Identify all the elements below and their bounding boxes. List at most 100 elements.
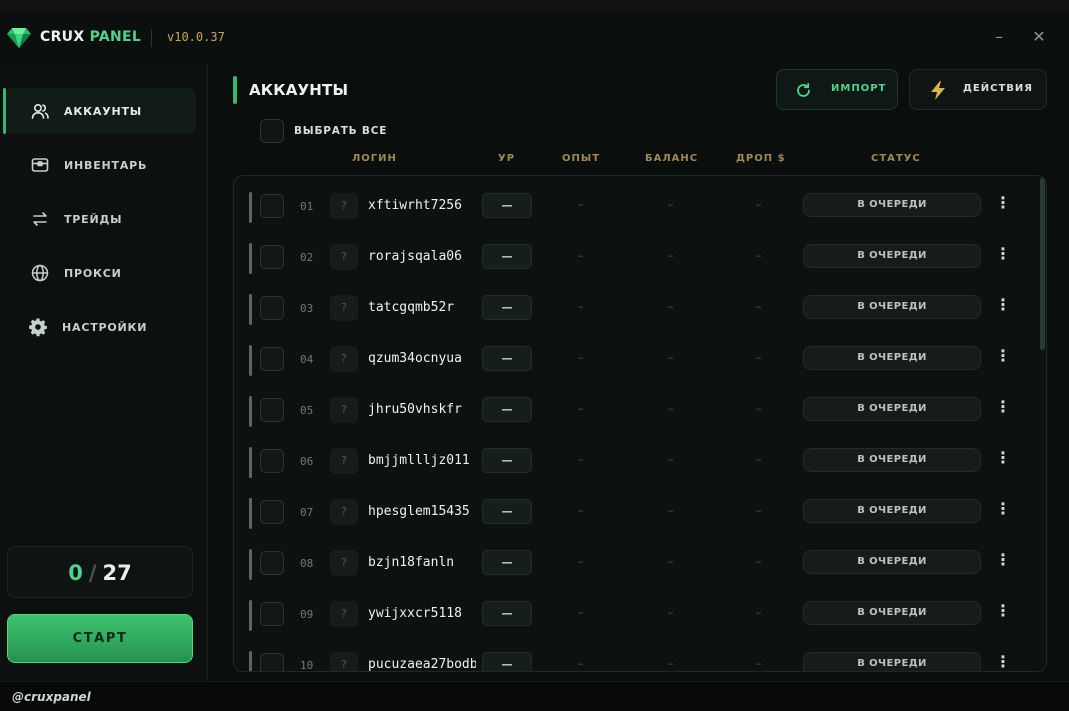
sidebar-item-label: НАСТРОЙКИ [62,320,148,334]
more-options-icon[interactable]: ⋮ [994,447,1012,469]
row-drop: – [756,300,762,313]
row-checkbox[interactable] [260,347,284,371]
lightning-icon [931,81,945,100]
avatar: ? [330,601,358,627]
sidebar-item-trades[interactable]: ТРЕЙДЫ [4,196,196,242]
row-login: hpesglem15435 [368,504,470,519]
row-checkbox[interactable] [260,500,284,524]
row-login: bzjn18fanln [368,555,455,570]
sidebar-item-proxy[interactable]: ПРОКСИ [4,250,196,296]
row-level-badge: — [482,499,532,524]
more-options-icon[interactable]: ⋮ [994,498,1012,520]
start-button[interactable]: СТАРТ [7,614,193,663]
row-login: rorajsqala06 [368,249,462,264]
more-options-icon[interactable]: ⋮ [994,294,1012,316]
more-options-icon[interactable]: ⋮ [994,345,1012,367]
row-exp: – [578,657,584,670]
row-drop: – [756,249,762,262]
main-content: АККАУНТЫ ИМПОРТ ДЕЙСТВИЯ ВЫБРАТЬ ВСЕ ЛОГ… [209,64,1069,681]
row-login: pucuzaea27bodb [368,657,476,672]
row-checkbox[interactable] [260,602,284,626]
row-checkbox[interactable] [260,551,284,575]
actions-button[interactable]: ДЕЙСТВИЯ [909,69,1047,110]
row-accent [249,447,252,478]
version-label: v10.0.37 [167,30,225,44]
row-level-badge: — [482,448,532,473]
table-row[interactable]: 07? hpesglem15435 — – – – В ОЧЕРЕДИ ⋮ [234,490,1034,541]
row-level-badge: — [482,295,532,320]
sidebar-item-label: ПРОКСИ [64,266,122,280]
row-checkbox[interactable] [260,398,284,422]
brand-part-2: PANEL [89,29,142,45]
table-row[interactable]: 05? jhru50vhskfr — – – – В ОЧЕРЕДИ ⋮ [234,388,1034,439]
select-all-checkbox[interactable] [260,119,284,143]
more-options-icon[interactable]: ⋮ [994,600,1012,622]
row-checkbox[interactable] [260,245,284,269]
minimize-button[interactable]: – [990,26,1008,48]
more-options-icon[interactable]: ⋮ [994,549,1012,571]
row-accent [249,345,252,376]
status-badge: В ОЧЕРЕДИ [803,244,981,268]
table-row[interactable]: 06? bmjjmllljz011 — – – – В ОЧЕРЕДИ ⋮ [234,439,1034,490]
more-options-icon[interactable]: ⋮ [994,243,1012,265]
import-button[interactable]: ИМПОРТ [776,69,898,110]
status-badge: В ОЧЕРЕДИ [803,397,981,421]
row-checkbox[interactable] [260,653,284,671]
more-options-icon[interactable]: ⋮ [994,192,1012,214]
actions-button-label: ДЕЙСТВИЯ [963,83,1033,94]
sidebar-item-accounts[interactable]: АККАУНТЫ [3,88,196,134]
column-header-drop: ДРОП $ [736,153,786,164]
row-balance: – [668,555,674,568]
table-scrollbar[interactable] [1040,178,1045,350]
row-login: jhru50vhskfr [368,402,462,417]
more-options-icon[interactable]: ⋮ [994,651,1012,671]
import-button-label: ИМПОРТ [831,83,887,94]
sidebar: АККАУНТЫ ИНВЕНТАРЬ ТРЕЙДЫ ПРОКСИ НАСТРОЙ… [0,64,208,681]
sidebar-item-settings[interactable]: НАСТРОЙКИ [4,304,196,350]
row-checkbox[interactable] [260,296,284,320]
row-number: 04 [300,353,314,366]
table-row[interactable]: 04? qzum34ocnyua — – – – В ОЧЕРЕДИ ⋮ [234,337,1034,388]
row-balance: – [668,402,674,415]
footer: @cruxpanel [0,681,1069,711]
sidebar-item-inventory[interactable]: ИНВЕНТАРЬ [4,142,196,188]
row-exp: – [578,555,584,568]
table-row[interactable]: 09? ywijxxcr5118 — – – – В ОЧЕРЕДИ ⋮ [234,592,1034,643]
avatar: ? [330,295,358,321]
more-options-icon[interactable]: ⋮ [994,396,1012,418]
row-accent [249,396,252,427]
status-badge: В ОЧЕРЕДИ [803,550,981,574]
row-level-badge: — [482,244,532,269]
row-login: ywijxxcr5118 [368,606,462,621]
row-checkbox[interactable] [260,449,284,473]
row-drop: – [756,351,762,364]
title-bar: CRUX PANEL v10.0.37 – ✕ [0,12,1069,64]
close-button[interactable]: ✕ [1030,26,1048,48]
row-drop: – [756,453,762,466]
table-row[interactable]: 01? xftiwrht7256 — – – – В ОЧЕРЕДИ ⋮ [234,184,1034,235]
table-row[interactable]: 02? rorajsqala06 — – – – В ОЧЕРЕДИ ⋮ [234,235,1034,286]
avatar: ? [330,244,358,270]
row-accent [249,651,252,671]
row-accent [249,243,252,274]
row-exp: – [578,249,584,262]
row-accent [249,192,252,223]
table-row[interactable]: 03? tatcgqmb52r — – – – В ОЧЕРЕДИ ⋮ [234,286,1034,337]
row-number: 01 [300,200,314,213]
column-header-exp: ОПЫТ [562,153,601,164]
row-level-badge: — [482,397,532,422]
row-checkbox[interactable] [260,194,284,218]
window-top-strip [0,0,1069,12]
row-drop: – [756,198,762,211]
row-number: 05 [300,404,314,417]
row-number: 03 [300,302,314,315]
counter-total: 27 [102,561,132,585]
row-drop: – [756,606,762,619]
status-badge: В ОЧЕРЕДИ [803,652,981,671]
brand-part-1: CRUX [40,29,85,45]
status-badge: В ОЧЕРЕДИ [803,499,981,523]
table-row[interactable]: 08? bzjn18fanln — – – – В ОЧЕРЕДИ ⋮ [234,541,1034,592]
table-row[interactable]: 10? pucuzaea27bodb — – – – В ОЧЕРЕДИ ⋮ [234,643,1034,672]
column-header-status: СТАТУС [871,153,921,164]
column-header-balance: БАЛАНС [645,153,699,164]
